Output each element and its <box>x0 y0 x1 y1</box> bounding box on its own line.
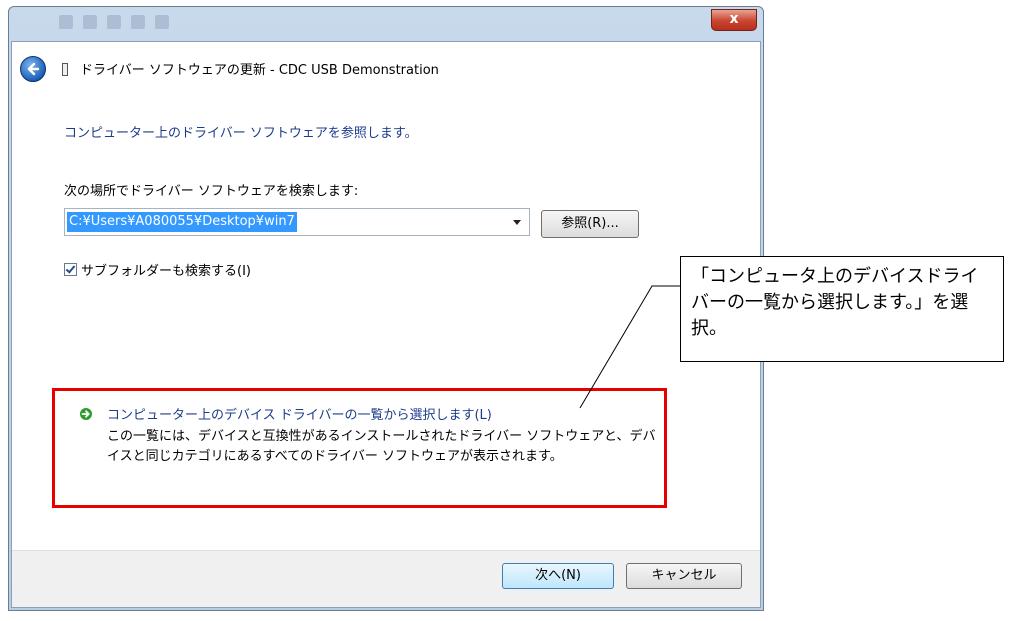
annotation-callout: 「コンピュータ上のデバイスドライバーの一覧から選択します。」を選択。 <box>680 256 1004 362</box>
